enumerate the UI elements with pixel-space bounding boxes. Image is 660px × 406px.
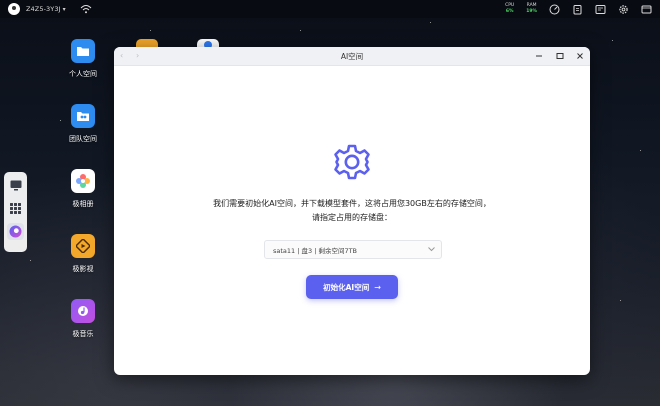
user-avatar[interactable] [8, 3, 20, 15]
desktop-icon-video[interactable]: 极影视 [63, 234, 103, 274]
desktop-icon-label: 团队空间 [69, 135, 97, 143]
ram-value: 19% [526, 9, 537, 14]
desktop-icon-photos[interactable]: 极相册 [63, 169, 103, 209]
dock-monitor-icon[interactable] [7, 177, 24, 194]
desktop-icon-team-space[interactable]: 团队空间 [63, 104, 103, 144]
desktop-icon-music[interactable]: 极音乐 [63, 299, 103, 339]
photos-flower-icon [71, 169, 95, 193]
gauge-icon[interactable] [549, 4, 560, 15]
minimize-icon[interactable] [534, 51, 544, 61]
device-name[interactable]: Z4Z5-3Y3J [26, 5, 61, 13]
init-ai-space-button[interactable]: 初始化AI空间 → [306, 275, 398, 299]
storage-select-value: sata11 | 盘3 | 剩余空间7TB [273, 246, 358, 255]
chevron-down-icon [428, 246, 435, 254]
cpu-stat[interactable]: CPU 6% [505, 3, 514, 15]
gear-icon [332, 142, 372, 182]
desktop-icon-personal-space[interactable]: 个人空间 [63, 39, 103, 79]
top-bar: Z4Z5-3Y3J ▾ CPU 6% RAM 19% [0, 0, 660, 18]
dock-ai-space-icon[interactable] [7, 223, 24, 240]
window-title: AI空间 [340, 52, 364, 61]
gear-icon[interactable] [618, 4, 629, 15]
music-icon [71, 299, 95, 323]
arrow-right-icon: → [374, 282, 381, 292]
window-titlebar[interactable]: ‹ › AI空间 [114, 47, 590, 66]
team-folder-icon [71, 104, 95, 128]
wifi-icon[interactable] [80, 4, 92, 14]
folder-icon [71, 39, 95, 63]
dock [4, 172, 27, 252]
init-button-label: 初始化AI空间 [323, 282, 370, 292]
clipboard-icon[interactable] [572, 4, 583, 15]
desktop-icon-label: 个人空间 [69, 70, 97, 78]
video-icon [71, 234, 95, 258]
desktop-icon-label: 极相册 [72, 200, 94, 208]
dock-apps-grid-icon[interactable] [7, 200, 24, 217]
message-icon[interactable] [595, 4, 606, 15]
close-icon[interactable] [575, 51, 585, 61]
maximize-icon[interactable] [555, 51, 565, 61]
init-message: 我们需要初始化AI空间，并下载模型套件，这将占用您30GB左右的存储空间，请指定… [213, 199, 491, 222]
window-icon[interactable] [641, 4, 652, 15]
storage-select[interactable]: sata11 | 盘3 | 剩余空间7TB [264, 240, 442, 259]
desktop-icon-label: 极影视 [72, 265, 94, 273]
ram-stat[interactable]: RAM 19% [526, 3, 537, 15]
cpu-value: 6% [505, 9, 514, 14]
chevron-down-icon[interactable]: ▾ [63, 6, 66, 13]
desktop-icon-label: 极音乐 [72, 330, 94, 338]
ai-space-window: ‹ › AI空间 我们需要初始化AI空间，并下载模型套件，这将占用您30GB左右… [114, 47, 590, 375]
